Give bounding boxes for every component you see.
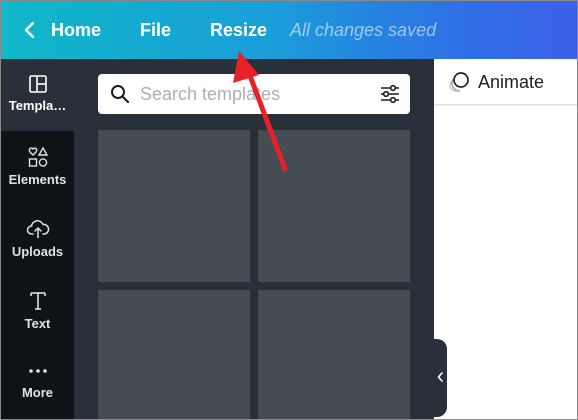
sidebar-item-text[interactable]: Text bbox=[1, 275, 74, 347]
sidebar-item-label: Text bbox=[24, 316, 51, 331]
sidebar-item-label: More bbox=[21, 385, 54, 400]
template-thumbnail[interactable] bbox=[258, 130, 410, 282]
collapse-panel-button[interactable] bbox=[434, 339, 447, 417]
templates-icon bbox=[28, 75, 47, 93]
template-thumbnail[interactable] bbox=[98, 130, 250, 282]
design-canvas[interactable] bbox=[434, 106, 577, 419]
sidebar-item-uploads[interactable]: Uploads bbox=[1, 203, 74, 275]
template-thumbnail[interactable] bbox=[98, 290, 250, 419]
text-icon bbox=[29, 292, 46, 310]
search-icon bbox=[111, 85, 130, 104]
elements-icon bbox=[28, 146, 48, 167]
template-thumbnail[interactable] bbox=[258, 290, 410, 419]
home-button[interactable]: Home bbox=[51, 1, 101, 59]
search-bar bbox=[98, 74, 410, 114]
chevron-left-icon bbox=[437, 372, 443, 382]
top-bar: Home File Resize All changes saved bbox=[1, 1, 577, 59]
resize-button[interactable]: Resize bbox=[210, 1, 267, 59]
animate-label: Animate bbox=[478, 72, 545, 92]
sidebar-item-label: Elements bbox=[8, 172, 67, 187]
save-status: All changes saved bbox=[290, 20, 437, 40]
sidebar-item-label: Uploads bbox=[11, 244, 64, 259]
chevron-left-icon[interactable] bbox=[23, 21, 37, 39]
animate-icon bbox=[449, 72, 469, 93]
upload-cloud-icon bbox=[26, 220, 49, 238]
sidebar-item-templates[interactable]: Templa… bbox=[1, 59, 74, 131]
search-input[interactable] bbox=[140, 74, 370, 114]
file-menu[interactable]: File bbox=[140, 1, 171, 59]
sidebar-item-elements[interactable]: Elements bbox=[1, 131, 74, 203]
sidebar-item-more[interactable]: More bbox=[1, 347, 74, 419]
animate-button[interactable]: Animate bbox=[434, 59, 577, 105]
more-dots-icon bbox=[28, 369, 47, 373]
filter-sliders-icon[interactable] bbox=[380, 84, 400, 104]
sidebar-item-label: Templa… bbox=[8, 98, 67, 113]
app-window: Home File Resize All changes saved Templ… bbox=[0, 0, 578, 420]
